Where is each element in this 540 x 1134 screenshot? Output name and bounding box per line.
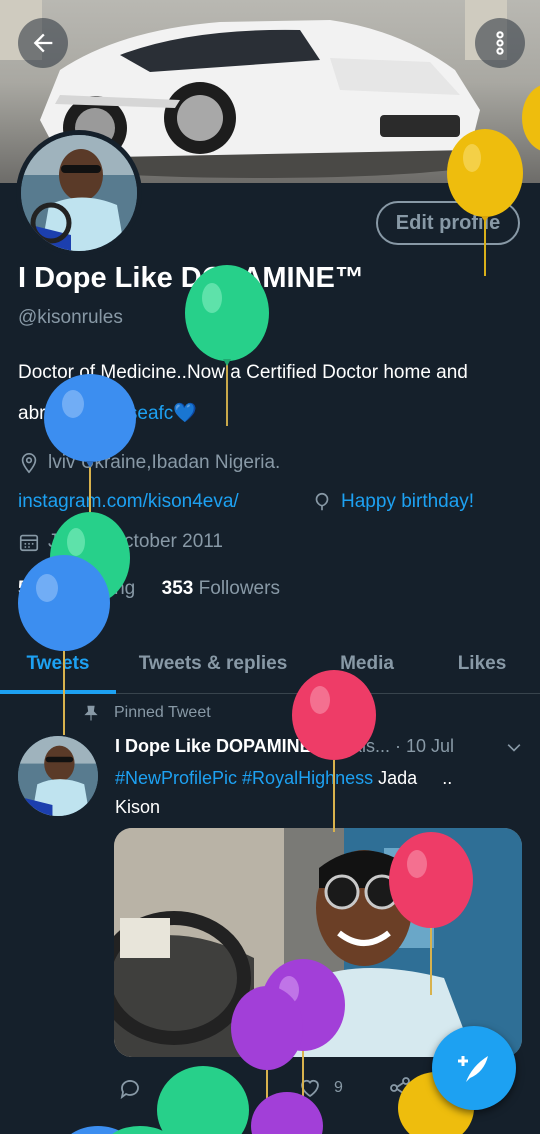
profile-avatar[interactable]	[16, 130, 142, 256]
balloon-icon	[315, 492, 329, 511]
follow-stats: 526 Following 353 Followers	[18, 578, 280, 600]
pin-icon	[84, 705, 98, 721]
profile-tabs: Tweets Tweets & replies Media Likes	[0, 635, 540, 694]
website-row[interactable]: instagram.com/kison4eva/	[18, 491, 239, 513]
followers-label: Followers	[198, 578, 280, 599]
edit-profile-button[interactable]: Edit profile	[376, 201, 520, 245]
tweet-header: I Dope Like DOPAMINE™ @kis... · 10 Jul	[115, 736, 454, 757]
location-text: lviv Ukraine,Ibadan Nigeria.	[48, 452, 281, 473]
heart-icon	[301, 1079, 319, 1098]
profile-handle: @kisonrules	[18, 307, 123, 328]
reply-icon	[120, 1080, 139, 1100]
tweet-handle-date: @kis... · 10 Jul	[334, 736, 455, 756]
bio-hashtag-link[interactable]: #chelseafc	[82, 403, 173, 424]
retweet-action[interactable]	[205, 1074, 231, 1102]
tab-likes[interactable]: Likes	[424, 635, 540, 693]
compose-feather-icon	[458, 1056, 488, 1082]
following-count: 526	[18, 578, 50, 599]
tweet-author-name[interactable]: I Dope Like DOPAMINE™	[115, 736, 330, 756]
share-icon	[390, 1077, 410, 1099]
pinned-label-row: Pinned Tweet	[82, 704, 211, 722]
arrow-left-icon	[33, 33, 53, 53]
tweet-text-tail: Jada	[378, 768, 418, 788]
share-action[interactable]	[388, 1074, 412, 1102]
more-options-button[interactable]	[475, 18, 525, 68]
compose-tweet-button[interactable]	[432, 1026, 516, 1110]
like-action[interactable]: 9	[298, 1074, 343, 1102]
chevron-down-icon[interactable]	[504, 738, 524, 758]
location-pin-icon	[21, 453, 37, 474]
bio-emoji: 💙	[173, 403, 197, 424]
joined-text: Joined October 2011	[48, 531, 223, 552]
tab-media[interactable]: Media	[310, 635, 424, 693]
more-vertical-icon	[496, 31, 504, 55]
followers-link[interactable]: 353 Followers	[162, 578, 280, 599]
like-count: 9	[334, 1079, 343, 1096]
calendar-icon	[19, 534, 39, 552]
website-link[interactable]: instagram.com/kison4eva/	[18, 491, 239, 513]
tweet-text-signature: Kison	[115, 797, 161, 817]
retweet-icon	[206, 1078, 230, 1098]
tweet-text: #NewProfilePic #RoyalHighness Jada .. Ki…	[115, 764, 495, 822]
tweet-media-image[interactable]	[114, 828, 522, 1057]
following-link[interactable]: 526 Following	[18, 578, 135, 599]
profile-bio: Doctor of Medicine..Now a Certified Doct…	[18, 352, 523, 434]
balloon-green-icon	[157, 1066, 249, 1134]
birthday-row: Happy birthday!	[311, 491, 474, 513]
followers-count: 353	[161, 578, 194, 599]
active-tab-indicator	[0, 690, 116, 694]
tweet-author-avatar[interactable]	[18, 736, 98, 816]
profile-name: I Dope Like DOPAMINE™	[18, 262, 364, 294]
joined-row: Joined October 2011	[18, 531, 223, 553]
tab-tweets[interactable]: Tweets	[0, 635, 116, 693]
avatar-photo	[21, 135, 137, 251]
tweet-text-dots: ..	[442, 768, 453, 788]
following-label: Following	[54, 578, 136, 599]
location-row: lviv Ukraine,Ibadan Nigeria.	[18, 452, 280, 474]
tab-tweets-replies[interactable]: Tweets & replies	[116, 635, 310, 693]
birthday-text: Happy birthday!	[341, 491, 475, 512]
reply-action[interactable]	[118, 1074, 142, 1102]
back-button[interactable]	[18, 18, 68, 68]
balloon-blue-icon	[71, 1126, 168, 1134]
tweet-hashtags[interactable]: #NewProfilePic #RoyalHighness	[115, 768, 373, 788]
pinned-label: Pinned Tweet	[114, 704, 211, 721]
